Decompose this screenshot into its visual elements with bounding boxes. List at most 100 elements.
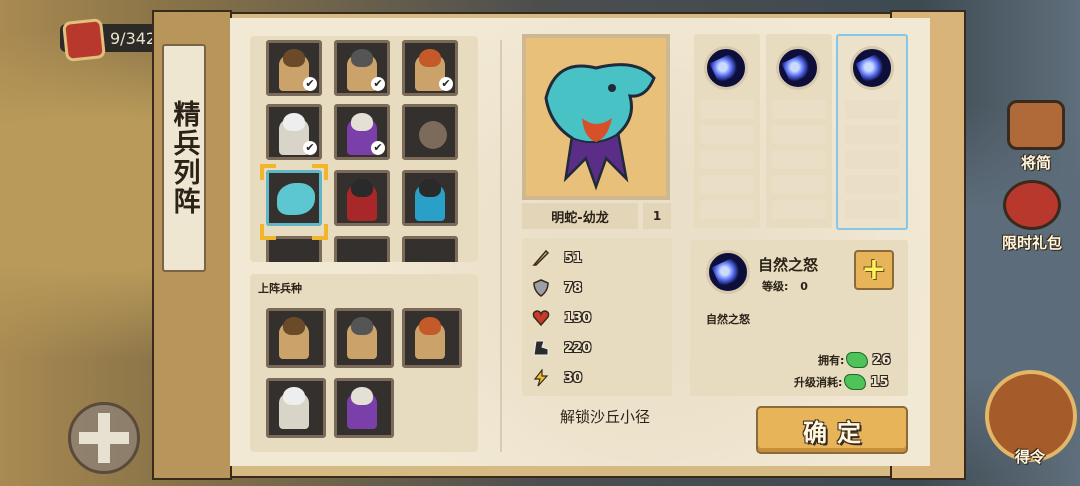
skill-slot xyxy=(700,175,754,194)
unit-head xyxy=(283,317,305,335)
deployed-unit-2[interactable] xyxy=(334,308,394,368)
selection-corner xyxy=(312,224,328,240)
joystick[interactable] xyxy=(68,402,140,474)
selection-corner xyxy=(260,164,276,180)
unit-portrait xyxy=(522,34,670,200)
owned-label: 拥有: xyxy=(818,354,845,367)
cyan-dragon-portrait-icon xyxy=(544,63,656,191)
roster-unit-6[interactable] xyxy=(402,104,458,160)
skill-level-value: 0 xyxy=(800,280,808,293)
roster-unit-11[interactable] xyxy=(334,236,390,262)
skill-slot xyxy=(700,150,754,169)
deployed-unit-3[interactable] xyxy=(402,308,462,368)
resource-counter-text: 9/342 xyxy=(110,28,157,48)
unit-head xyxy=(419,179,441,197)
unit-head xyxy=(283,387,305,405)
stat-health: 130 xyxy=(532,306,591,330)
unit-head xyxy=(351,317,373,335)
panel-title: 精兵列阵 xyxy=(168,100,200,216)
skill-slot xyxy=(772,175,826,194)
skill-upgrade-button[interactable]: + xyxy=(854,250,894,290)
unit-head xyxy=(351,113,373,131)
unit-head xyxy=(351,49,373,67)
roster-unit-8[interactable] xyxy=(334,170,390,226)
roster-unit-2[interactable]: ✔ xyxy=(334,40,390,96)
confirm-button[interactable]: 确定 xyxy=(756,406,908,454)
deployed-check-icon: ✔ xyxy=(439,77,453,91)
order-button-label: 得令 xyxy=(1014,448,1045,466)
panel-title-plate: 精兵列阵 xyxy=(162,44,206,272)
gift-icon xyxy=(1003,180,1061,230)
stat-health-value: 130 xyxy=(564,310,592,326)
skill-slot xyxy=(772,200,826,219)
unit-head xyxy=(283,49,305,67)
skill-slot xyxy=(772,100,826,119)
roster-unit-1[interactable]: ✔ xyxy=(266,40,322,96)
skill-orb-2-icon[interactable] xyxy=(776,46,820,90)
roster-unit-4[interactable]: ✔ xyxy=(266,104,322,160)
limited-gift-button[interactable]: 限时礼包 xyxy=(1000,180,1064,253)
selected-skill-icon xyxy=(706,250,750,294)
shield-icon xyxy=(533,279,549,297)
skill-slot xyxy=(700,125,754,144)
deployed-check-icon: ✔ xyxy=(303,77,317,91)
skill-slot xyxy=(845,200,899,219)
order-button-wrapper: 得令 xyxy=(998,444,1062,467)
skill-orb-3-icon[interactable] xyxy=(850,46,894,90)
deployed-unit-1[interactable] xyxy=(266,308,326,368)
confirm-button-label: 确定 xyxy=(803,418,871,447)
unit-head xyxy=(283,113,305,131)
owned-value: 26 xyxy=(872,352,891,368)
unit-head xyxy=(419,317,441,335)
stat-energy-value: 30 xyxy=(564,370,583,386)
selection-corner xyxy=(260,224,276,240)
roster-unit-3[interactable]: ✔ xyxy=(402,40,458,96)
upgrade-cost: 升级消耗: 15 xyxy=(794,374,889,390)
skill-slot xyxy=(700,100,754,119)
skill-slot xyxy=(845,150,899,169)
unit-level-plate: 1 xyxy=(643,203,671,229)
skill-level-label: 等级: xyxy=(762,280,789,293)
deployed-unit-5[interactable] xyxy=(334,378,394,438)
heart-icon xyxy=(532,310,550,327)
stat-speed-value: 220 xyxy=(564,340,592,356)
selection-corner xyxy=(312,164,328,180)
cannon-icon xyxy=(419,121,447,149)
scroll-icon xyxy=(1007,100,1065,150)
limited-gift-label: 限时礼包 xyxy=(1001,234,1062,252)
cyan-dragon-icon xyxy=(277,183,315,215)
deployed-check-icon: ✔ xyxy=(371,141,385,155)
stat-attack-value: 51 xyxy=(564,250,583,266)
unlock-requirement: 解锁沙丘小径 xyxy=(559,408,650,426)
unit-head xyxy=(351,387,373,405)
skill-slot xyxy=(845,175,899,194)
green-gem-icon xyxy=(846,352,869,368)
skill-slot xyxy=(700,200,754,219)
deployed-unit-4[interactable] xyxy=(266,378,326,438)
skill-orb-1-icon[interactable] xyxy=(704,46,748,90)
roster-unit-9[interactable] xyxy=(402,170,458,226)
speed-boot-icon xyxy=(533,340,549,356)
plus-icon: + xyxy=(861,252,887,287)
scroll-button[interactable]: 将简 xyxy=(1004,100,1068,173)
roster-unit-5[interactable]: ✔ xyxy=(334,104,390,160)
skill-slot xyxy=(772,125,826,144)
cost-label: 升级消耗: xyxy=(794,376,843,389)
skill-name: 自然之怒 xyxy=(758,256,819,274)
stat-energy: 30 xyxy=(532,366,582,390)
deployed-check-icon: ✔ xyxy=(303,141,317,155)
skill-slot xyxy=(772,150,826,169)
unit-roster[interactable]: ✔ ✔ ✔ ✔ ✔ xyxy=(250,36,478,262)
unit-head xyxy=(419,49,441,67)
cost-value: 15 xyxy=(870,374,889,390)
scroll-button-label: 将简 xyxy=(1020,154,1051,172)
unit-head xyxy=(351,179,373,197)
deployed-check-icon: ✔ xyxy=(371,77,385,91)
roster-unit-12[interactable] xyxy=(402,236,458,262)
lightning-icon xyxy=(533,369,549,387)
sword-icon xyxy=(532,249,550,266)
unit-name-plate: 明蛇-幼龙 xyxy=(522,203,638,229)
owned-resource: 拥有: 26 xyxy=(818,352,891,368)
stat-speed: 220 xyxy=(532,336,591,360)
seal-icon xyxy=(62,18,106,62)
